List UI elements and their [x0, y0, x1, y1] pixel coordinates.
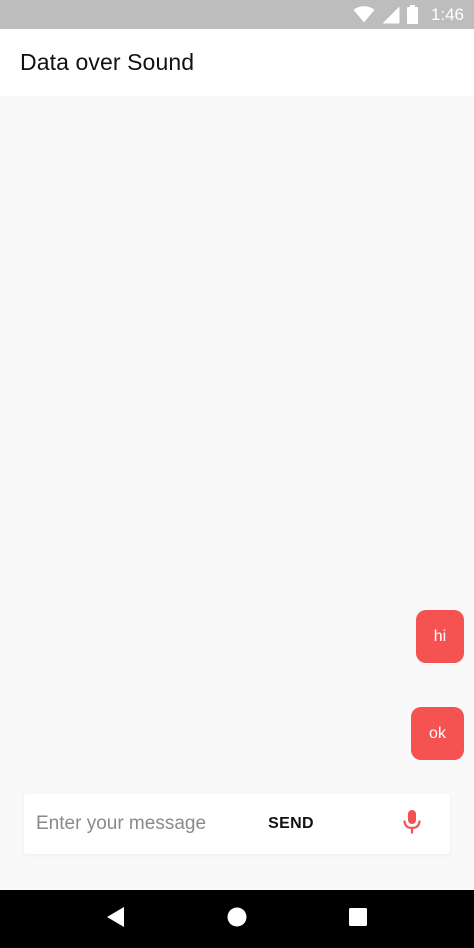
status-bar: 1:46 [0, 0, 474, 29]
wifi-icon [353, 6, 375, 23]
message-composer: SEND [24, 794, 450, 854]
home-button[interactable] [213, 895, 261, 943]
recents-button[interactable] [334, 895, 382, 943]
message-input[interactable] [24, 794, 249, 854]
page-title: Data over Sound [20, 49, 195, 75]
back-button[interactable] [92, 895, 140, 943]
navigation-bar [0, 890, 474, 948]
status-time: 1:46 [430, 4, 464, 24]
battery-icon [406, 5, 418, 24]
message-bubble: hi [416, 610, 464, 663]
message-bubble: ok [411, 707, 464, 760]
signal-icon [382, 6, 400, 24]
send-button[interactable]: SEND [261, 815, 321, 833]
back-icon [106, 906, 125, 932]
app-bar: Data over Sound [0, 29, 474, 96]
microphone-icon [402, 809, 422, 840]
chat-area[interactable]: hi ok SEND [0, 96, 474, 890]
message-text: ok [429, 724, 446, 742]
message-text: hi [433, 627, 447, 645]
recents-icon [349, 907, 368, 931]
status-icons: 1:46 [353, 5, 464, 25]
mic-button[interactable] [394, 806, 430, 842]
home-icon [227, 907, 247, 932]
